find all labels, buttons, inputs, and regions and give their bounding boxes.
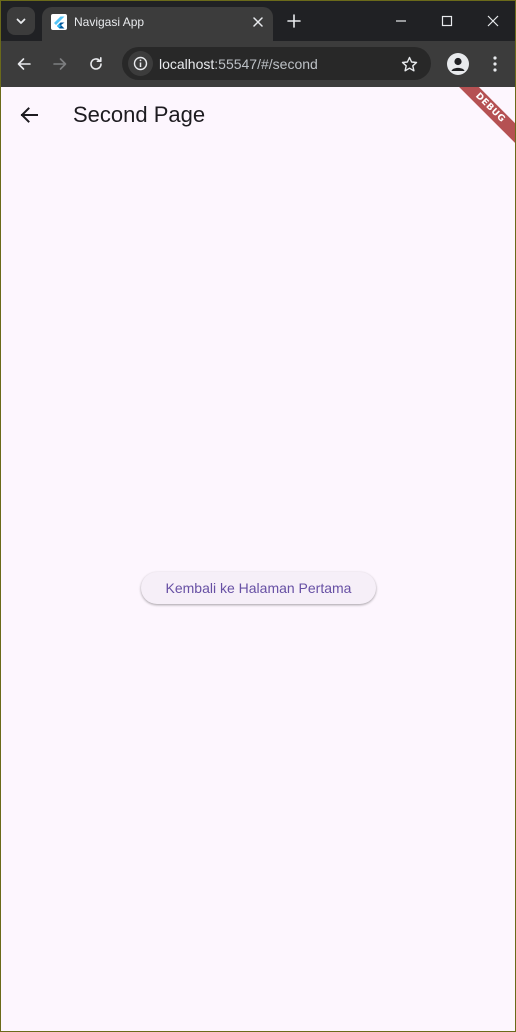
- browser-menu-button[interactable]: [485, 53, 505, 75]
- arrow-left-icon: [17, 58, 31, 70]
- url-host: localhost: [159, 56, 215, 72]
- info-icon: [133, 56, 148, 71]
- url-text: localhost:55547/#/second: [159, 56, 318, 72]
- star-icon: [401, 56, 417, 71]
- tab-strip: Navigasi App: [1, 1, 515, 41]
- app-bar: Second Page: [1, 87, 515, 143]
- flutter-icon: [51, 14, 67, 30]
- app-page: Second Page DEBUG Kembali ke Halaman Per…: [1, 87, 515, 1031]
- minimize-icon: [396, 20, 406, 22]
- browser-forward-button[interactable]: [48, 52, 72, 76]
- address-bar[interactable]: localhost:55547/#/second: [122, 47, 431, 80]
- close-icon: [253, 17, 263, 27]
- browser-tab[interactable]: Navigasi App: [42, 7, 273, 41]
- close-window-button[interactable]: [481, 9, 505, 33]
- browser-toolbar: localhost:55547/#/second: [1, 41, 515, 87]
- chevron-down-icon: [16, 18, 26, 24]
- maximize-icon: [441, 15, 453, 27]
- tab-close-button[interactable]: [249, 13, 267, 31]
- more-vertical-icon: [493, 56, 497, 72]
- bookmark-button[interactable]: [399, 54, 419, 74]
- browser-back-button[interactable]: [12, 52, 36, 76]
- minimize-button[interactable]: [389, 9, 413, 33]
- plus-icon: [287, 14, 301, 28]
- arrow-left-icon: [20, 107, 38, 123]
- arrow-right-icon: [53, 58, 67, 70]
- page-title: Second Page: [73, 102, 206, 127]
- tab-search-button[interactable]: [7, 7, 35, 35]
- reload-icon: [90, 57, 102, 70]
- reload-button[interactable]: [84, 52, 108, 76]
- maximize-button[interactable]: [435, 9, 459, 33]
- back-button[interactable]: [13, 99, 45, 131]
- site-info-button[interactable]: [128, 51, 153, 76]
- back-to-first-page-button[interactable]: Kembali ke Halaman Pertama: [141, 572, 376, 604]
- person-icon: [451, 57, 465, 71]
- profile-button[interactable]: [447, 53, 469, 75]
- browser-window: Navigasi App localhost:55547/#/second Se…: [0, 0, 516, 1032]
- url-path: :55547/#/second: [214, 56, 318, 72]
- close-icon: [487, 15, 499, 27]
- tab-title: Navigasi App: [74, 15, 145, 29]
- new-tab-button[interactable]: [283, 10, 305, 32]
